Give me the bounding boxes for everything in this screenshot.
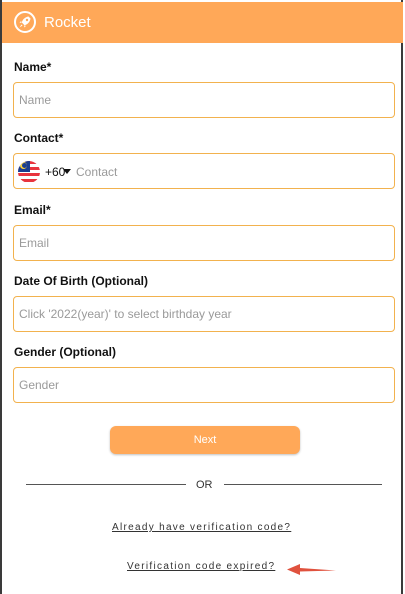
rocket-icon: [14, 11, 36, 33]
email-label: Email*: [14, 203, 51, 217]
name-placeholder: Name: [19, 93, 52, 107]
gender-placeholder: Gender: [19, 378, 60, 392]
dob-label: Date Of Birth (Optional): [14, 274, 148, 288]
app-header: Rocket: [2, 2, 403, 43]
caret-down-icon[interactable]: [63, 169, 71, 174]
contact-placeholder: Contact: [76, 165, 118, 179]
divider-line-left: [26, 484, 186, 485]
next-button[interactable]: Next: [110, 426, 300, 454]
code-expired-link[interactable]: Verification code expired?: [127, 561, 275, 572]
gender-label: Gender (Optional): [14, 345, 116, 359]
or-divider-text: OR: [196, 479, 213, 491]
name-label: Name*: [14, 60, 52, 74]
contact-field[interactable]: +60 Contact: [13, 153, 395, 189]
email-placeholder: Email: [19, 236, 50, 250]
gender-field[interactable]: Gender: [13, 367, 395, 403]
dob-placeholder: Click '2022(year)' to select birthday ye…: [19, 307, 232, 321]
app-title: Rocket: [44, 14, 91, 31]
email-field[interactable]: Email: [13, 225, 395, 261]
already-have-code-link[interactable]: Already have verification code?: [112, 522, 291, 533]
divider-line-right: [224, 484, 382, 485]
malaysia-flag-icon[interactable]: [18, 161, 40, 183]
name-field[interactable]: Name: [13, 82, 395, 118]
annotation-arrow-icon: [287, 564, 336, 575]
contact-label: Contact*: [14, 131, 64, 145]
dob-field[interactable]: Click '2022(year)' to select birthday ye…: [13, 296, 395, 332]
